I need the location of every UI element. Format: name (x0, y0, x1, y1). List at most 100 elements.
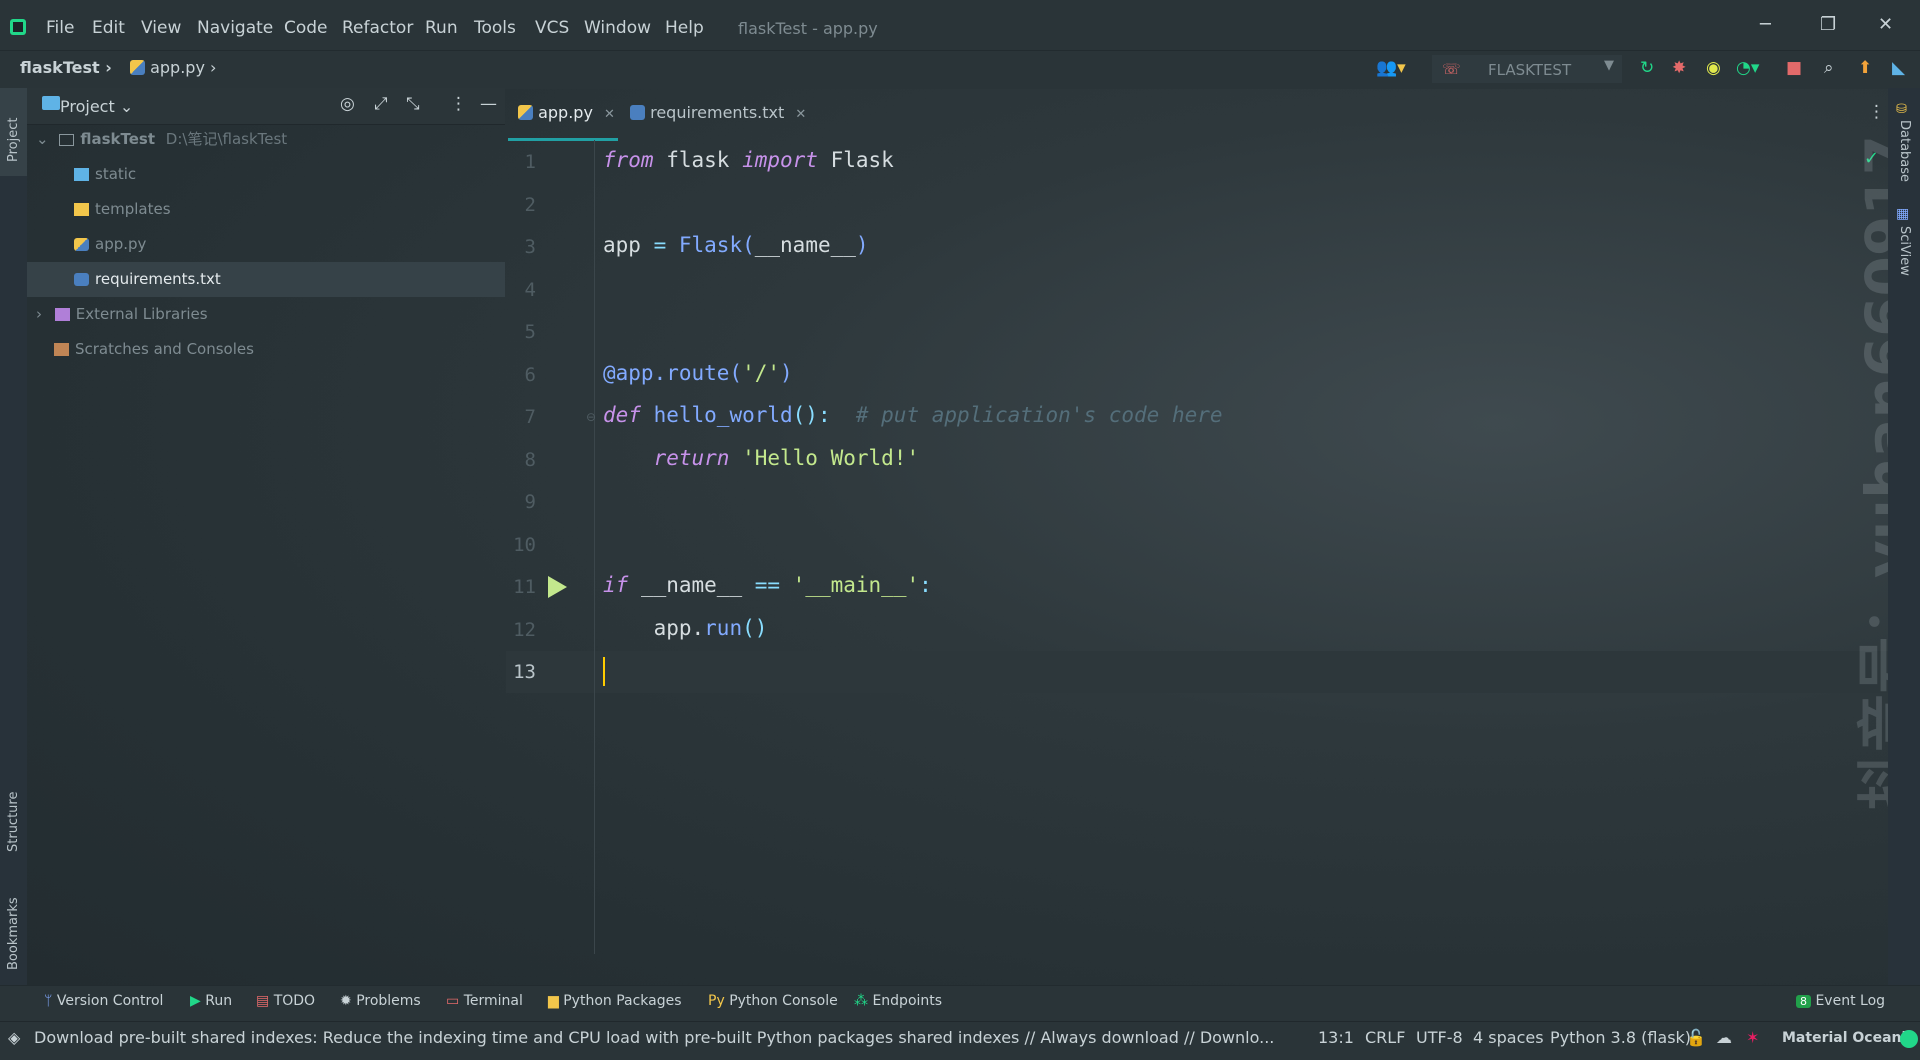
todo-icon: ▤ (256, 993, 270, 1009)
debug-icon[interactable]: ✸ (1672, 58, 1686, 78)
search-icon[interactable]: ⌕ (1824, 58, 1834, 78)
menu-navigate[interactable]: Navigate (197, 18, 273, 38)
menu-file[interactable]: File (46, 18, 74, 38)
restore-icon[interactable]: ❐ (1820, 14, 1836, 35)
menu-edit[interactable]: Edit (92, 18, 125, 38)
tree-item-project-root[interactable]: ⌄ flaskTest D:\笔记\flaskTest (36, 122, 287, 156)
gutter-divider (594, 140, 595, 954)
line-number: 1 (524, 151, 536, 173)
tab-app-py[interactable]: app.py ✕ (518, 103, 615, 122)
theme-indicator-icon (1900, 1030, 1918, 1048)
close-icon[interactable]: ✕ (1878, 14, 1893, 35)
sciview-tool-tab[interactable]: SciView (1897, 226, 1912, 276)
run-tab[interactable]: ▶ Run (190, 993, 232, 1009)
menu-tools[interactable]: Tools (474, 18, 516, 38)
version-control-tab[interactable]: ᛘ Version Control (44, 993, 163, 1009)
tree-item-templates[interactable]: templates (74, 192, 171, 226)
pycharm-logo-icon (10, 19, 26, 35)
collapse-all-icon[interactable]: ⤡ (406, 94, 420, 114)
requirements-file-icon (74, 273, 89, 286)
menu-refactor[interactable]: Refactor (342, 18, 413, 38)
theme-name[interactable]: Material Oceanic (1782, 1030, 1915, 1046)
rerun-icon[interactable]: ↻ (1640, 58, 1654, 78)
line-separator[interactable]: CRLF (1365, 1028, 1405, 1047)
cloud-icon[interactable]: ☁ (1716, 1028, 1732, 1047)
tree-item-requirements[interactable]: requirements.txt (74, 262, 221, 296)
menu-run[interactable]: Run (425, 18, 458, 38)
event-log-tab[interactable]: 8 Event Log (1796, 993, 1885, 1009)
tab-requirements[interactable]: requirements.txt ✕ (630, 103, 806, 122)
menu-window[interactable]: Window (584, 18, 651, 38)
terminal-tab[interactable]: ▭ Terminal (446, 993, 523, 1009)
caret-position[interactable]: 13:1 (1318, 1028, 1354, 1047)
python-file-icon (518, 105, 533, 120)
minimize-icon[interactable]: ─ (1760, 14, 1771, 35)
problems-tab[interactable]: ✹ Problems (340, 993, 421, 1009)
close-tab-icon[interactable]: ✕ (795, 107, 806, 122)
template-folder-icon (74, 203, 89, 216)
problems-icon: ✹ (340, 993, 352, 1009)
python-file-icon (130, 60, 145, 75)
sciview-icon: ▦ (1896, 206, 1910, 222)
lock-icon[interactable]: 🔓 (1686, 1028, 1706, 1047)
code-line[interactable]: if __name__ == '__main__': (603, 573, 932, 597)
tree-item-static[interactable]: static (74, 157, 136, 191)
menu-help[interactable]: Help (665, 18, 704, 38)
python-interpreter[interactable]: Python 3.8 (flask) (1550, 1028, 1691, 1047)
code-line[interactable]: app = Flask(__name__) (603, 233, 869, 257)
line-number: 12 (513, 619, 536, 641)
plugin-icon[interactable]: ◣ (1892, 58, 1905, 78)
close-tab-icon[interactable]: ✕ (604, 107, 615, 122)
expand-all-icon[interactable]: ⤢ (374, 94, 388, 114)
project-panel-title[interactable]: Project ⌄ (60, 97, 133, 116)
menu-vcs[interactable]: VCS (535, 18, 569, 38)
code-line[interactable]: app.run() (603, 616, 768, 640)
code-line[interactable]: return 'Hello World!' (603, 446, 920, 470)
todo-tab[interactable]: ▤ TODO (256, 993, 315, 1009)
endpoints-icon: ⁂ (854, 993, 868, 1009)
options-icon[interactable]: ⋮ (450, 94, 467, 114)
tree-item-scratches[interactable]: Scratches and Consoles (54, 332, 254, 366)
web-folder-icon (74, 168, 89, 181)
fold-icon[interactable]: ⊖ (586, 410, 596, 424)
menu-code[interactable]: Code (284, 18, 328, 38)
python-console-tab[interactable]: Py Python Console (708, 993, 838, 1009)
bookmarks-tool-tab[interactable]: Bookmarks (6, 897, 21, 970)
python-file-icon (74, 238, 89, 251)
breadcrumb-project[interactable]: flaskTest › (20, 58, 112, 77)
run-gutter-icon[interactable] (548, 576, 567, 598)
stop-icon[interactable]: ■ (1786, 58, 1802, 78)
menu-view[interactable]: View (141, 18, 181, 38)
users-icon[interactable]: 👥▾ (1376, 58, 1406, 78)
scratches-icon (54, 343, 69, 356)
requirements-file-icon (630, 105, 645, 120)
tree-item-external-libraries[interactable]: › External Libraries (36, 297, 208, 331)
line-number: 9 (524, 491, 536, 513)
coverage-icon[interactable]: ◉ (1706, 58, 1721, 78)
bug-icon[interactable]: ✶ (1746, 1028, 1759, 1047)
code-line[interactable]: from flask import Flask (603, 148, 894, 172)
breadcrumb-file[interactable]: app.py › (130, 58, 216, 77)
profile-icon[interactable]: ◔▾ (1736, 58, 1759, 78)
tab-options-icon[interactable]: ⋮ (1868, 102, 1885, 122)
locate-icon[interactable]: ◎ (340, 94, 355, 114)
update-icon[interactable]: ⬆ (1858, 58, 1872, 78)
file-encoding[interactable]: UTF-8 (1416, 1028, 1463, 1047)
endpoints-tab[interactable]: ⁂ Endpoints (854, 993, 942, 1009)
project-icon (42, 96, 60, 110)
database-tool-tab[interactable]: Database (1897, 120, 1912, 182)
chevron-down-icon[interactable]: ▼ (1604, 58, 1614, 73)
folder-icon (59, 134, 75, 146)
hide-panel-icon[interactable]: — (480, 94, 497, 114)
project-tool-tab[interactable]: Project (6, 118, 21, 162)
layers-icon[interactable]: ◈ (8, 1028, 20, 1047)
tree-item-app-py[interactable]: app.py (74, 227, 146, 261)
code-line[interactable]: @app.route('/') (603, 361, 793, 385)
phone-icon: ☏ (1442, 60, 1461, 78)
status-message[interactable]: Download pre-built shared indexes: Reduc… (34, 1028, 1280, 1047)
run-config-label: FLASKTEST (1488, 61, 1572, 79)
code-line[interactable]: def hello_world(): # put application's c… (603, 403, 1223, 427)
indent-setting[interactable]: 4 spaces (1473, 1028, 1544, 1047)
structure-tool-tab[interactable]: Structure (6, 792, 21, 852)
python-packages-tab[interactable]: ▆ Python Packages (548, 993, 682, 1009)
